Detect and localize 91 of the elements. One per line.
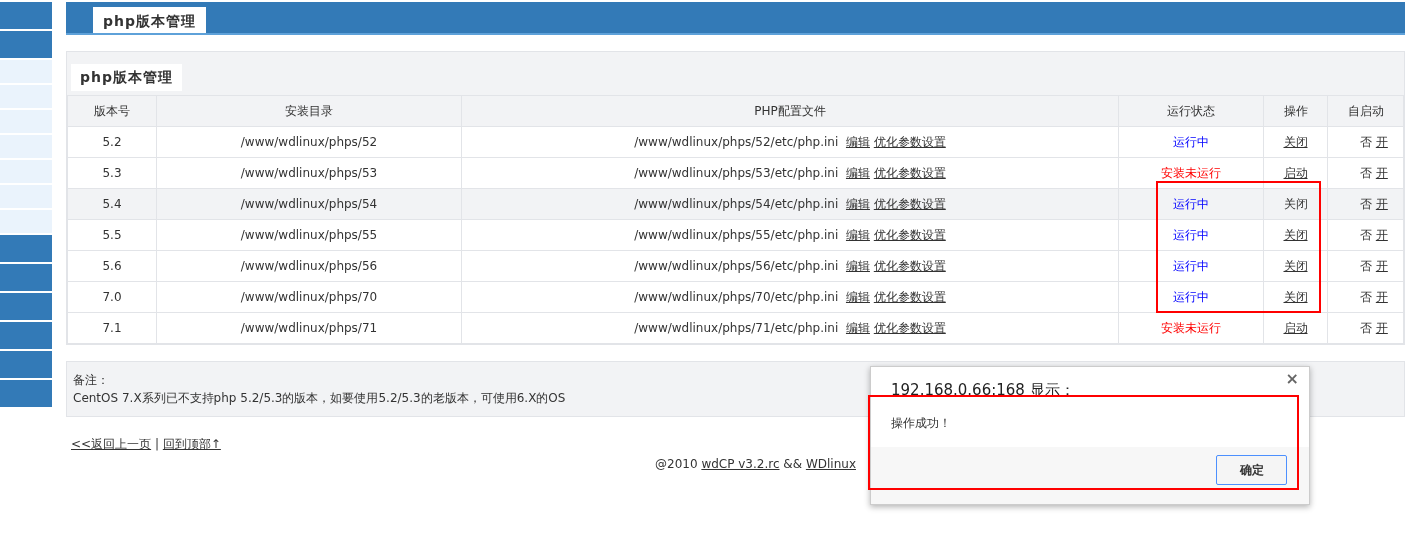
edit-link[interactable]: 编辑 — [845, 197, 870, 211]
note-text: CentOS 7.X系列已不支持php 5.2/5.3的版本，如要使用5.2/5.3的老版本，可使用6.X的OS — [73, 390, 566, 407]
config-path: /www/wdlinux/phps/52/etc/php.ini — [634, 135, 839, 149]
table-cell: /www/wdlinux/phps/53 — [156, 157, 462, 189]
status-text: 安装未运行 — [1161, 166, 1221, 180]
panel-title: php版本管理 — [71, 64, 182, 91]
table-cell: 5.3 — [67, 157, 157, 189]
table-cell: /www/wdlinux/phps/54 — [156, 188, 462, 220]
table-cell: /www/wdlinux/phps/71 — [156, 312, 462, 344]
sidebar-item[interactable] — [0, 322, 52, 349]
edit-link[interactable]: 编辑 — [845, 166, 870, 180]
autostart-text: 否 — [1360, 166, 1372, 180]
tune-link[interactable]: 优化参数设置 — [873, 321, 946, 335]
sidebar-item[interactable] — [0, 351, 52, 378]
autostart-text: 否 — [1360, 228, 1372, 242]
config-path: /www/wdlinux/phps/55/etc/php.ini — [634, 228, 839, 242]
column-header: 运行状态 — [1118, 95, 1264, 127]
table-cell: /www/wdlinux/phps/56 — [156, 250, 462, 282]
config-path: /www/wdlinux/phps/71/etc/php.ini — [634, 321, 839, 335]
sidebar-item[interactable] — [0, 31, 52, 58]
sidebar-item[interactable] — [0, 2, 52, 29]
table-cell: 5.5 — [67, 219, 157, 251]
tune-link[interactable]: 优化参数设置 — [873, 197, 946, 211]
action-link[interactable]: 关闭 — [1283, 197, 1308, 211]
column-header: PHP配置文件 — [461, 95, 1119, 127]
table-cell: 5.4 — [67, 188, 157, 220]
product-link[interactable]: wdCP v3.2.rc — [701, 457, 780, 471]
separator: | — [154, 437, 159, 451]
enable-link[interactable]: 开 — [1375, 259, 1388, 273]
vendor-link[interactable]: WDlinux — [805, 457, 856, 471]
table-cell: /www/wdlinux/phps/70 — [156, 281, 462, 313]
enable-link[interactable]: 开 — [1375, 197, 1388, 211]
table-cell: 7.0 — [67, 281, 157, 313]
table-cell: /www/wdlinux/phps/55 — [156, 219, 462, 251]
tune-link[interactable]: 优化参数设置 — [873, 166, 946, 180]
table-cell: 5.2 — [67, 126, 157, 158]
back-link[interactable]: <<返回上一页 — [71, 437, 152, 451]
status-text: 安装未运行 — [1161, 321, 1221, 335]
sidebar-item[interactable] — [0, 235, 52, 262]
edit-link[interactable]: 编辑 — [845, 135, 870, 149]
enable-link[interactable]: 开 — [1375, 321, 1388, 335]
close-button[interactable]: × — [1285, 371, 1299, 387]
status-text: 运行中 — [1173, 197, 1209, 211]
dialog-message: 操作成功！ — [891, 415, 951, 432]
edit-link[interactable]: 编辑 — [845, 259, 870, 273]
action-link[interactable]: 启动 — [1283, 321, 1308, 335]
sidebar-item[interactable] — [0, 264, 52, 291]
tune-link[interactable]: 优化参数设置 — [873, 259, 946, 273]
action-link[interactable]: 启动 — [1283, 166, 1308, 180]
copyright-text: @2010 — [655, 457, 698, 471]
sidebar-item[interactable] — [0, 293, 52, 320]
note-label: 备注： — [73, 372, 109, 389]
enable-link[interactable]: 开 — [1375, 290, 1388, 304]
ok-button[interactable]: 确定 — [1216, 455, 1287, 485]
autostart-text: 否 — [1360, 135, 1372, 149]
sidebar-item[interactable] — [0, 380, 52, 407]
column-header: 操作 — [1263, 95, 1328, 127]
status-text: 运行中 — [1173, 228, 1209, 242]
status-text: 运行中 — [1173, 290, 1209, 304]
edit-link[interactable]: 编辑 — [845, 290, 870, 304]
tune-link[interactable]: 优化参数设置 — [873, 135, 946, 149]
column-header: 版本号 — [67, 95, 157, 127]
edit-link[interactable]: 编辑 — [845, 321, 870, 335]
edit-link[interactable]: 编辑 — [845, 228, 870, 242]
autostart-text: 否 — [1360, 197, 1372, 211]
enable-link[interactable]: 开 — [1375, 166, 1388, 180]
column-header: 安装目录 — [156, 95, 462, 127]
autostart-text: 否 — [1360, 321, 1372, 335]
config-path: /www/wdlinux/phps/56/etc/php.ini — [634, 259, 839, 273]
action-link[interactable]: 关闭 — [1283, 259, 1308, 273]
back-to-top-link[interactable]: 回到顶部↑ — [162, 437, 221, 451]
enable-link[interactable]: 开 — [1375, 228, 1388, 242]
table-cell: /www/wdlinux/phps/52 — [156, 126, 462, 158]
config-path: /www/wdlinux/phps/54/etc/php.ini — [634, 197, 839, 211]
action-link[interactable]: 关闭 — [1283, 135, 1308, 149]
action-link[interactable]: 关闭 — [1283, 290, 1308, 304]
autostart-text: 否 — [1360, 259, 1372, 273]
autostart-text: 否 — [1360, 290, 1372, 304]
status-text: 运行中 — [1173, 135, 1209, 149]
table-cell: 7.1 — [67, 312, 157, 344]
header-tab[interactable]: php版本管理 — [93, 7, 206, 33]
footer-text: && — [783, 457, 803, 471]
status-text: 运行中 — [1173, 259, 1209, 273]
tune-link[interactable]: 优化参数设置 — [873, 290, 946, 304]
config-path: /www/wdlinux/phps/53/etc/php.ini — [634, 166, 839, 180]
column-header: 自启动 — [1327, 95, 1404, 127]
config-path: /www/wdlinux/phps/70/etc/php.ini — [634, 290, 839, 304]
enable-link[interactable]: 开 — [1375, 135, 1388, 149]
tune-link[interactable]: 优化参数设置 — [873, 228, 946, 242]
table-cell: 5.6 — [67, 250, 157, 282]
action-link[interactable]: 关闭 — [1283, 228, 1308, 242]
